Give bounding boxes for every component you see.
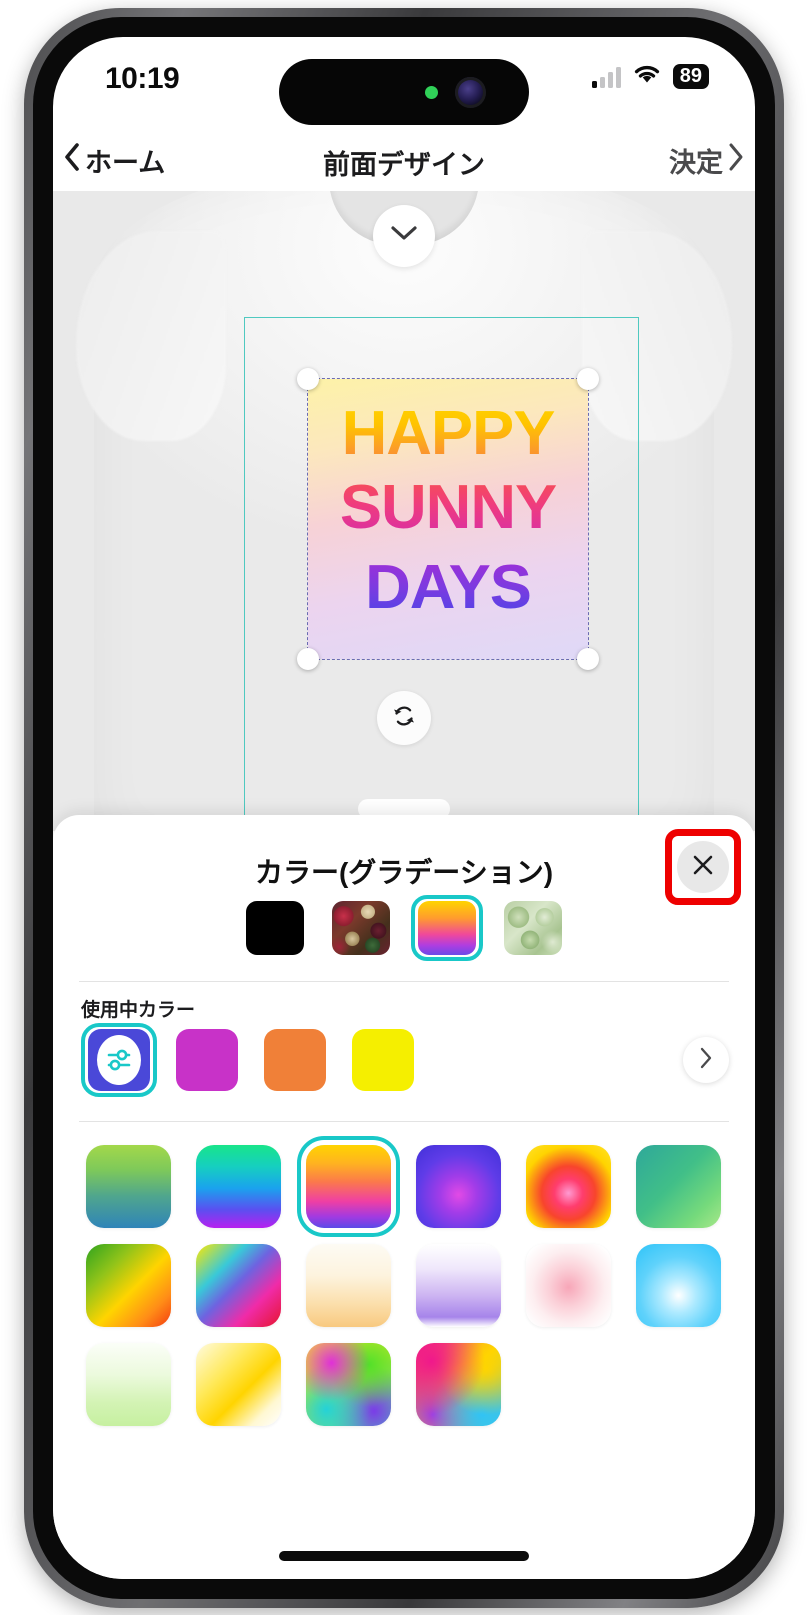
swatch-preview [305, 1145, 391, 1228]
swatch-preview [415, 1343, 501, 1426]
gradient-magenta-yellow-green-cyan-mesh[interactable] [293, 1335, 403, 1434]
status-icons: 89 [591, 63, 709, 90]
swatch-preview [415, 1145, 501, 1228]
used-colors-label: 使用中カラー [81, 1000, 196, 1021]
gradient-spring-green-to-violet-vertical[interactable] [183, 1137, 293, 1236]
close-x-icon [690, 852, 716, 883]
gradient-yellow-red-pink-radial[interactable] [513, 1137, 623, 1236]
camera-active-indicator [425, 86, 438, 99]
gradient-yellow-cyan-magenta-red-diagonal[interactable] [183, 1236, 293, 1335]
rotate-design-button[interactable] [377, 691, 431, 745]
color-type-leaf-texture[interactable] [497, 895, 569, 961]
gradient-indigo-magenta-radial[interactable] [403, 1137, 513, 1236]
color-type-solid-black[interactable] [239, 895, 311, 961]
phone-body: 10:19 89 ホーム 前面デザイン 決定 HAPPY SUNNY DAYS … [33, 17, 775, 1599]
swatch-preview [332, 901, 390, 955]
gradient-grid [73, 1137, 735, 1434]
swatch-preview [246, 901, 304, 955]
color-type-floral-texture[interactable] [325, 895, 397, 961]
resize-handle-top-right[interactable] [577, 368, 599, 390]
swatch-preview [195, 1244, 281, 1327]
swatch-preview [85, 1145, 171, 1228]
nav-bar: ホーム 前面デザイン 決定 [53, 129, 755, 191]
swatch-preview [195, 1343, 281, 1426]
gradient-green-to-blue-vertical[interactable] [73, 1137, 183, 1236]
swatch-preview [525, 1244, 611, 1327]
swatch-preview [176, 1029, 238, 1091]
cellular-signal-icon [591, 66, 621, 88]
gradient-cream-to-peach-vertical[interactable] [293, 1236, 403, 1335]
color-picker-sheet: カラー(グラデーション) 使用中カラー [53, 815, 755, 1579]
battery-icon: 89 [672, 64, 709, 89]
chevron-right-icon [699, 1046, 713, 1075]
design-text-line-2: SUNNY [305, 475, 591, 541]
color-type-gradient[interactable] [411, 895, 483, 961]
dynamic-island [279, 59, 529, 125]
swatch-preview [305, 1343, 391, 1426]
swatch-preview [635, 1244, 721, 1327]
swatch-preview [635, 1145, 721, 1228]
design-preview-area[interactable]: HAPPY SUNNY DAYS [53, 191, 755, 831]
swatch-preview [88, 1029, 150, 1091]
swatch-preview [195, 1145, 281, 1228]
phone-screen: 10:19 89 ホーム 前面デザイン 決定 HAPPY SUNNY DAYS … [53, 37, 755, 1579]
used-color-orange[interactable] [257, 1023, 333, 1097]
collapse-preview-button[interactable] [373, 205, 435, 267]
done-label: 決定 [669, 148, 723, 178]
rotate-refresh-icon [390, 702, 418, 735]
done-button[interactable]: 決定 [669, 141, 745, 180]
swatch-preview [525, 1145, 611, 1228]
gradient-pink-yellow-blue-mesh[interactable] [403, 1335, 513, 1434]
gradient-yellow-to-white-diagonal[interactable] [183, 1335, 293, 1434]
swatch-preview [85, 1244, 171, 1327]
phone-frame: 10:19 89 ホーム 前面デザイン 決定 HAPPY SUNNY DAYS … [24, 8, 784, 1608]
used-color-magenta[interactable] [169, 1023, 245, 1097]
gradient-white-to-pink-radial[interactable] [513, 1236, 623, 1335]
resize-handle-top-left[interactable] [297, 368, 319, 390]
design-text-line-3: DAYS [305, 555, 591, 621]
used-color-yellow[interactable] [345, 1023, 421, 1097]
swatch-preview [305, 1244, 391, 1327]
gradient-sky-blue-white-radial[interactable] [623, 1236, 733, 1335]
resize-handle-bottom-left[interactable] [297, 648, 319, 670]
chevron-down-icon [389, 224, 419, 248]
home-indicator[interactable] [279, 1551, 529, 1561]
swatch-preview [264, 1029, 326, 1091]
color-type-selector [53, 895, 755, 961]
sliders-icon [97, 1035, 141, 1085]
used-colors-row [81, 1023, 421, 1097]
front-camera-lens [455, 77, 486, 108]
status-time: 10:19 [105, 62, 180, 95]
used-color-custom-gradient-editor[interactable] [81, 1023, 157, 1097]
divider [79, 981, 729, 982]
close-sheet-button[interactable] [677, 841, 729, 893]
swatch-preview [418, 901, 476, 955]
gradient-white-to-pale-green-vertical[interactable] [73, 1335, 183, 1434]
wifi-icon [632, 63, 662, 90]
gradient-green-yellow-orange-diagonal[interactable] [73, 1236, 183, 1335]
swatch-preview [85, 1343, 171, 1426]
sheet-title: カラー(グラデーション) [254, 857, 554, 888]
design-text-line-1: HAPPY [305, 401, 591, 467]
tshirt-sleeve-left [76, 231, 226, 441]
used-colors-next-button[interactable] [683, 1037, 729, 1083]
swatch-preview [415, 1244, 501, 1327]
page-title: 前面デザイン [323, 150, 485, 180]
design-artwork: HAPPY SUNNY DAYS [305, 378, 591, 660]
design-selection-box[interactable]: HAPPY SUNNY DAYS [297, 368, 599, 670]
chevron-right-icon [728, 142, 745, 179]
divider [79, 1121, 729, 1122]
resize-handle-bottom-right[interactable] [577, 648, 599, 670]
gradient-white-to-lavender-vertical[interactable] [403, 1236, 513, 1335]
gradient-yellow-orange-pink-purple-vertical[interactable] [293, 1137, 403, 1236]
status-bar: 10:19 89 [53, 37, 755, 129]
swatch-preview [352, 1029, 414, 1091]
swatch-preview [504, 901, 562, 955]
gradient-teal-to-light-green-diagonal[interactable] [623, 1137, 733, 1236]
